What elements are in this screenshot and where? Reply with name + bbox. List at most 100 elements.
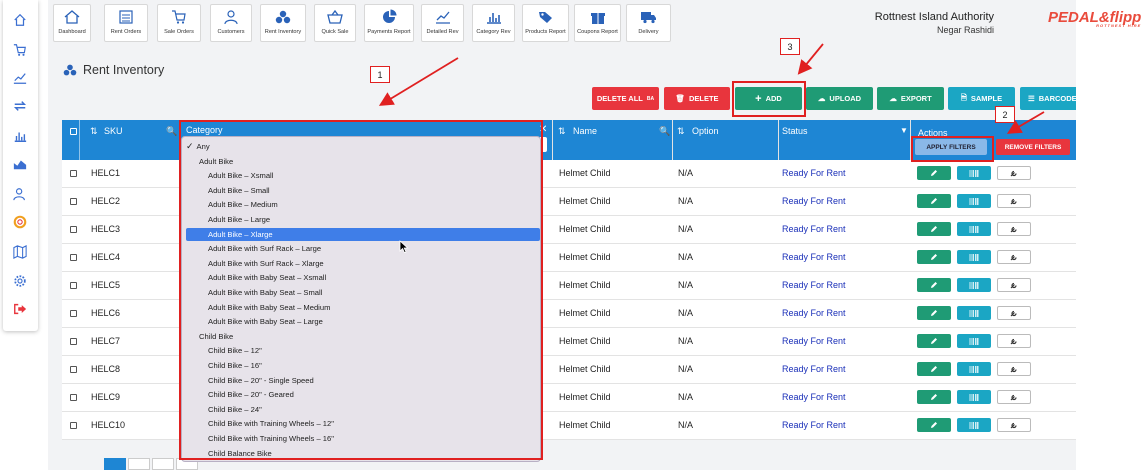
edit-button[interactable]	[917, 250, 951, 264]
dropdown-option[interactable]: Adult Bike with Baby Seat – Small	[186, 286, 540, 299]
barcode-button[interactable]	[957, 390, 991, 404]
row-checkbox[interactable]	[70, 422, 77, 429]
nav-payments-report[interactable]: Payments Report	[364, 4, 414, 42]
row-checkbox[interactable]	[70, 366, 77, 373]
header-option[interactable]: Option	[692, 126, 719, 136]
dropdown-option[interactable]: Adult Bike – Medium	[186, 198, 540, 211]
delete-all-button[interactable]: DELETE ALL BA	[592, 87, 659, 110]
barcode-button[interactable]	[957, 362, 991, 376]
barcode-button[interactable]	[957, 418, 991, 432]
nav-rent-inventory[interactable]: Rent Inventory	[260, 4, 306, 42]
row-checkbox[interactable]	[70, 170, 77, 177]
nav-coupons-report[interactable]: Coupons Report	[574, 4, 621, 42]
sort-icon[interactable]: ⇅	[558, 126, 566, 137]
cart-icon[interactable]	[11, 41, 29, 59]
settings-button[interactable]	[997, 306, 1031, 320]
line-chart-icon[interactable]	[11, 69, 29, 87]
settings-button[interactable]	[997, 222, 1031, 236]
apply-filters-button[interactable]: APPLY FILTERS	[915, 139, 987, 155]
upload-button[interactable]: ☁ UPLOAD	[806, 87, 873, 110]
dropdown-option[interactable]: Adult Bike – Xlarge	[186, 227, 540, 241]
lifebuoy-icon[interactable]	[11, 213, 29, 231]
dropdown-option[interactable]: Child Bike – 20" - Geared	[186, 388, 540, 401]
dropdown-option[interactable]: Adult Bike with Baby Seat – Large	[186, 315, 540, 328]
barcode-button[interactable]	[957, 222, 991, 236]
filter-icon[interactable]: ▼	[900, 126, 908, 135]
row-checkbox[interactable]	[70, 226, 77, 233]
dropdown-option[interactable]: ✓ Any	[186, 140, 540, 153]
dropdown-option[interactable]: Adult Bike – Small	[186, 184, 540, 197]
logout-icon[interactable]	[11, 300, 29, 318]
header-status[interactable]: Status	[782, 126, 808, 136]
dropdown-option[interactable]: Child Bike with Training Wheels – 12"	[186, 417, 540, 430]
users-icon[interactable]	[11, 185, 29, 203]
remove-filters-button[interactable]: REMOVE FILTERS	[996, 139, 1070, 155]
delete-button[interactable]: 🗑 DELETE	[664, 87, 730, 110]
nav-customers[interactable]: Customers	[210, 4, 252, 42]
dropdown-option[interactable]: Child Balance Bike	[186, 447, 540, 460]
dropdown-option[interactable]: Child Bike – 24"	[186, 403, 540, 416]
edit-button[interactable]	[917, 390, 951, 404]
home-icon[interactable]	[11, 11, 29, 29]
edit-button[interactable]	[917, 306, 951, 320]
nav-detailed-rev[interactable]: Detailed Rev	[421, 4, 464, 42]
row-checkbox[interactable]	[70, 338, 77, 345]
sort-icon[interactable]: ⇅	[677, 126, 685, 137]
dropdown-option[interactable]: Child Bike – 16"	[186, 359, 540, 372]
barcode-button[interactable]	[957, 278, 991, 292]
row-checkbox[interactable]	[70, 394, 77, 401]
nav-delivery[interactable]: Delivery	[626, 4, 671, 42]
dropdown-option[interactable]: Child Bike – 12"	[186, 344, 540, 357]
edit-button[interactable]	[917, 334, 951, 348]
settings-button[interactable]	[997, 278, 1031, 292]
dropdown-option[interactable]: Adult Bike with Baby Seat – Xsmall	[186, 271, 540, 284]
search-icon[interactable]: 🔍	[659, 126, 670, 137]
bar-chart-icon[interactable]	[11, 127, 29, 145]
barcode-button[interactable]	[957, 334, 991, 348]
barcode-button[interactable]	[957, 194, 991, 208]
settings-button[interactable]	[997, 334, 1031, 348]
exchange-icon[interactable]	[11, 97, 29, 115]
settings-button[interactable]	[997, 166, 1031, 180]
edit-button[interactable]	[917, 222, 951, 236]
dropdown-option[interactable]: Adult Bike with Baby Seat – Medium	[186, 301, 540, 314]
area-chart-icon[interactable]	[11, 155, 29, 173]
search-icon[interactable]: 🔍	[166, 126, 177, 137]
settings-button[interactable]	[997, 418, 1031, 432]
header-sku[interactable]: SKU	[104, 126, 123, 136]
row-checkbox[interactable]	[70, 198, 77, 205]
dropdown-option[interactable]: Child Bike with Training Wheels – 16"	[186, 432, 540, 445]
nav-quick-sale[interactable]: Quick Sale	[314, 4, 356, 42]
row-checkbox[interactable]	[70, 254, 77, 261]
dropdown-option[interactable]: Adult Bike – Xsmall	[186, 169, 540, 182]
sort-icon[interactable]: ⇅	[90, 126, 98, 137]
add-button[interactable]: + ADD	[735, 87, 802, 110]
settings-button[interactable]	[997, 362, 1031, 376]
barcode-button[interactable]	[957, 250, 991, 264]
edit-button[interactable]	[917, 362, 951, 376]
dropdown-option[interactable]: Adult Bike with Surf Rack – Large	[186, 242, 540, 255]
select-all-checkbox[interactable]	[70, 128, 77, 135]
edit-button[interactable]	[917, 194, 951, 208]
dropdown-option[interactable]: Child Bike – 20" - Single Speed	[186, 374, 540, 387]
dropdown-option[interactable]: Adult Bike with Surf Rack – Xlarge	[186, 257, 540, 270]
settings-button[interactable]	[997, 250, 1031, 264]
barcode-button[interactable]	[957, 166, 991, 180]
nav-rent-orders[interactable]: Rent Orders	[104, 4, 148, 42]
barcodes-button[interactable]: ☰ BARCODES	[1020, 87, 1082, 110]
export-button[interactable]: ☁ EXPORT	[877, 87, 944, 110]
header-name[interactable]: Name	[573, 126, 597, 136]
edit-button[interactable]	[917, 278, 951, 292]
edit-button[interactable]	[917, 166, 951, 180]
settings-button[interactable]	[997, 194, 1031, 208]
row-checkbox[interactable]	[70, 310, 77, 317]
map-icon[interactable]	[11, 243, 29, 261]
nav-products-report[interactable]: Products Report	[522, 4, 569, 42]
edit-button[interactable]	[917, 418, 951, 432]
nav-dashboard[interactable]: Dashboard	[53, 4, 91, 42]
settings-button[interactable]	[997, 390, 1031, 404]
nav-category-rev[interactable]: Category Rev	[472, 4, 515, 42]
category-filter[interactable]: Category ✓ Any Adult Bike Adult Bike – Xsma…	[181, 122, 541, 462]
gear-icon[interactable]	[11, 272, 29, 290]
category-dropdown-list[interactable]: ✓ Any Adult Bike Adult Bike – Xsmall Adult B…	[181, 136, 541, 462]
